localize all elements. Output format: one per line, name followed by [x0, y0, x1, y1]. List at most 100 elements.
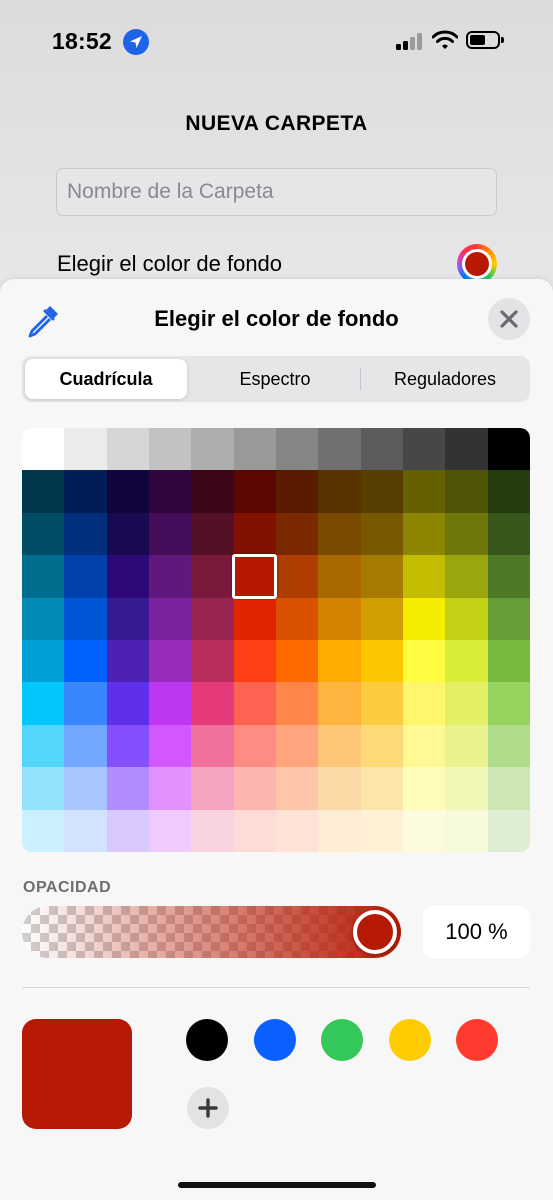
grid-color-cell[interactable]: [402, 682, 446, 725]
grid-color-cell[interactable]: [191, 512, 234, 556]
grid-color-cell[interactable]: [318, 682, 361, 725]
grid-color-cell[interactable]: [402, 512, 446, 556]
grid-color-cell[interactable]: [275, 428, 319, 471]
grid-color-cell[interactable]: [64, 512, 107, 556]
grid-color-cell[interactable]: [402, 724, 446, 768]
grid-color-cell[interactable]: [233, 682, 276, 725]
grid-color-cell[interactable]: [445, 724, 488, 768]
grid-color-cell[interactable]: [487, 809, 530, 852]
grid-color-cell[interactable]: [275, 470, 319, 513]
grid-color-cell[interactable]: [318, 512, 361, 556]
color-well-button[interactable]: [457, 244, 497, 284]
grid-color-cell[interactable]: [106, 597, 149, 640]
grid-color-cell[interactable]: [233, 428, 276, 471]
grid-color-cell[interactable]: [487, 640, 530, 683]
grid-color-cell[interactable]: [487, 470, 530, 513]
grid-color-cell[interactable]: [106, 809, 149, 852]
grid-color-cell[interactable]: [64, 428, 107, 471]
tab-sliders[interactable]: Reguladores: [362, 359, 528, 399]
grid-color-cell[interactable]: [445, 640, 488, 683]
grid-color-cell[interactable]: [487, 512, 530, 556]
grid-color-cell[interactable]: [360, 555, 403, 598]
grid-color-cell[interactable]: [22, 724, 65, 768]
grid-color-cell[interactable]: [360, 597, 403, 640]
grid-color-cell[interactable]: [233, 470, 276, 513]
grid-color-cell[interactable]: [64, 470, 107, 513]
grid-color-cell[interactable]: [318, 470, 361, 513]
grid-color-cell[interactable]: [148, 724, 192, 768]
grid-color-cell[interactable]: [275, 724, 319, 768]
grid-color-cell[interactable]: [402, 597, 446, 640]
close-button[interactable]: [488, 298, 530, 340]
grid-color-cell[interactable]: [487, 597, 530, 640]
grid-color-cell[interactable]: [233, 512, 276, 556]
grid-color-cell[interactable]: [360, 428, 403, 471]
grid-color-cell[interactable]: [106, 555, 149, 598]
preset-red[interactable]: [456, 1019, 498, 1061]
folder-name-input[interactable]: [56, 168, 497, 216]
grid-color-cell[interactable]: [318, 428, 361, 471]
grid-color-cell[interactable]: [318, 555, 361, 598]
grid-color-cell[interactable]: [148, 767, 192, 810]
grid-color-cell[interactable]: [360, 724, 403, 768]
grid-color-cell[interactable]: [191, 809, 234, 852]
grid-color-cell[interactable]: [318, 640, 361, 683]
grid-color-cell[interactable]: [64, 597, 107, 640]
grid-color-cell[interactable]: [191, 682, 234, 725]
grid-color-cell[interactable]: [445, 512, 488, 556]
grid-color-cell[interactable]: [64, 555, 107, 598]
grid-color-cell[interactable]: [275, 640, 319, 683]
grid-color-cell[interactable]: [487, 767, 530, 810]
grid-color-cell[interactable]: [106, 682, 149, 725]
grid-color-cell[interactable]: [22, 597, 65, 640]
tab-grid[interactable]: Cuadrícula: [25, 359, 187, 399]
grid-color-cell[interactable]: [233, 640, 276, 683]
grid-color-cell[interactable]: [275, 809, 319, 852]
grid-color-cell[interactable]: [106, 512, 149, 556]
grid-color-cell[interactable]: [106, 767, 149, 810]
grid-color-cell[interactable]: [22, 640, 65, 683]
grid-color-cell[interactable]: [445, 767, 488, 810]
grid-color-cell[interactable]: [191, 640, 234, 683]
grid-color-cell[interactable]: [487, 724, 530, 768]
grid-color-cell[interactable]: [148, 428, 192, 471]
grid-color-cell[interactable]: [275, 767, 319, 810]
grid-color-cell[interactable]: [106, 640, 149, 683]
grid-color-cell[interactable]: [360, 512, 403, 556]
grid-color-cell[interactable]: [191, 428, 234, 471]
grid-color-cell[interactable]: [402, 640, 446, 683]
grid-color-cell[interactable]: [487, 428, 530, 471]
grid-color-cell[interactable]: [275, 682, 319, 725]
grid-color-cell[interactable]: [191, 767, 234, 810]
grid-color-cell[interactable]: [402, 555, 446, 598]
grid-color-cell[interactable]: [360, 470, 403, 513]
grid-color-cell[interactable]: [233, 724, 276, 768]
grid-color-cell[interactable]: [445, 428, 488, 471]
grid-color-cell[interactable]: [22, 470, 65, 513]
grid-color-cell[interactable]: [22, 555, 65, 598]
grid-color-cell[interactable]: [148, 555, 192, 598]
grid-color-cell[interactable]: [148, 512, 192, 556]
grid-color-cell[interactable]: [64, 809, 107, 852]
grid-color-cell[interactable]: [22, 512, 65, 556]
grid-color-cell[interactable]: [402, 767, 446, 810]
grid-color-cell[interactable]: [64, 767, 107, 810]
add-color-button[interactable]: [187, 1087, 229, 1129]
grid-color-cell[interactable]: [233, 597, 276, 640]
grid-color-cell[interactable]: [148, 640, 192, 683]
grid-color-cell[interactable]: [275, 512, 319, 556]
grid-color-cell[interactable]: [148, 470, 192, 513]
grid-color-cell[interactable]: [106, 428, 149, 471]
grid-color-cell[interactable]: [106, 470, 149, 513]
grid-color-cell[interactable]: [402, 428, 446, 471]
grid-color-cell[interactable]: [22, 767, 65, 810]
grid-color-cell[interactable]: [445, 555, 488, 598]
grid-color-cell[interactable]: [275, 555, 319, 598]
grid-color-cell[interactable]: [64, 640, 107, 683]
tab-spectrum[interactable]: Espectro: [192, 359, 358, 399]
opacity-slider-thumb[interactable]: [353, 910, 397, 954]
grid-color-cell[interactable]: [445, 809, 488, 852]
grid-color-cell[interactable]: [233, 767, 276, 810]
grid-color-cell[interactable]: [191, 555, 234, 598]
grid-color-cell[interactable]: [318, 724, 361, 768]
